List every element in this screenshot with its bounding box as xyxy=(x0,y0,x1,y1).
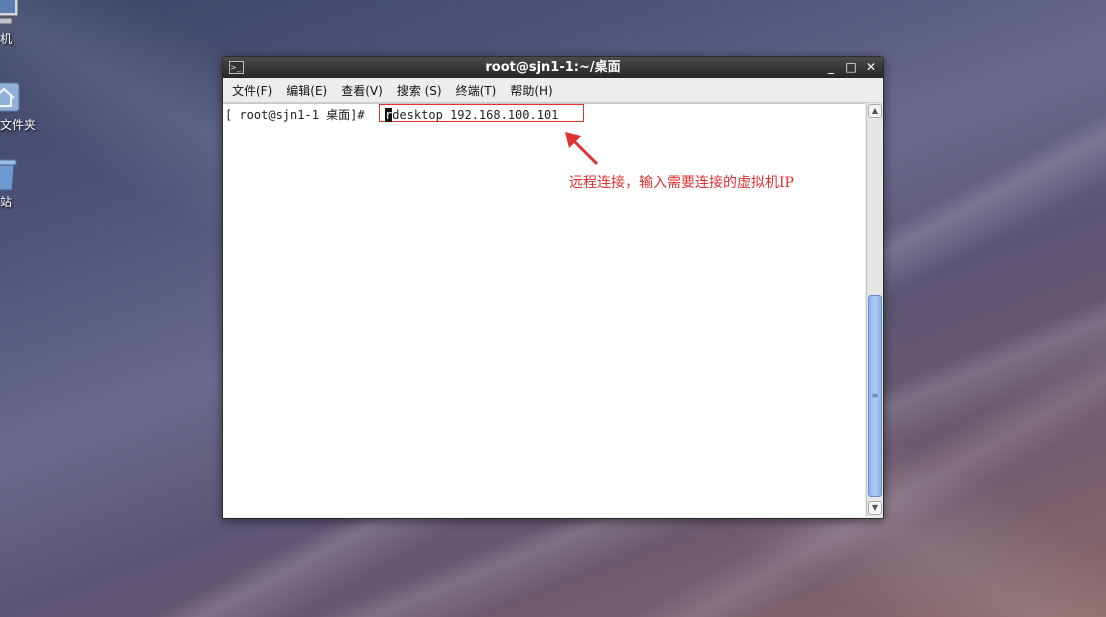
command-line: rdesktop 192.168.100.101 xyxy=(385,107,558,123)
trash-icon xyxy=(0,159,17,191)
menu-help[interactable]: 帮助(H) xyxy=(510,82,552,99)
annotation-arrow-icon xyxy=(565,132,599,166)
close-button[interactable]: ✕ xyxy=(865,57,877,78)
computer-icon xyxy=(0,0,19,25)
terminal-window: >_ root@sjn1-1:~/桌面 _ □ ✕ 文件(F) 编辑(E) 查看… xyxy=(222,56,884,519)
scrollbar-thumb[interactable]: ≡ xyxy=(868,295,882,497)
shell-prompt: [ root@sjn1-1 桌面]# xyxy=(225,108,365,122)
window-title: root@sjn1-1:~/桌面 xyxy=(485,60,621,75)
menu-terminal[interactable]: 终端(T) xyxy=(456,82,497,99)
desktop-icon-home-label: 主文件夹 xyxy=(0,118,37,132)
scroll-down-button[interactable]: ▼ xyxy=(868,501,882,515)
desktop-icon-trash[interactable]: 收站 xyxy=(0,157,58,210)
desktop-icon-home[interactable]: 主文件夹 xyxy=(0,80,58,133)
menu-search[interactable]: 搜索 (S) xyxy=(397,82,442,99)
command-text: desktop 192.168.100.101 xyxy=(392,108,559,122)
maximize-button[interactable]: □ xyxy=(845,57,857,78)
terminal-area[interactable]: [ root@sjn1-1 桌面]# rdesktop 192.168.100.… xyxy=(223,103,865,517)
desktop-icon-computer-label: 算机 xyxy=(0,32,13,46)
minimize-button[interactable]: _ xyxy=(825,57,837,78)
desktop-icon-trash-label: 收站 xyxy=(0,195,13,209)
desktop-icon-computer[interactable]: 算机 xyxy=(0,0,58,47)
menu-file[interactable]: 文件(F) xyxy=(232,82,272,99)
annotation-text: 远程连接，输入需要连接的虚拟机IP xyxy=(569,175,794,191)
window-titlebar[interactable]: >_ root@sjn1-1:~/桌面 _ □ ✕ xyxy=(223,57,883,78)
terminal-icon: >_ xyxy=(229,61,244,74)
scroll-up-button[interactable]: ▲ xyxy=(868,104,882,118)
menu-bar: 文件(F) 编辑(E) 查看(V) 搜索 (S) 终端(T) 帮助(H) xyxy=(223,78,883,103)
menu-view[interactable]: 查看(V) xyxy=(341,82,383,99)
vertical-scrollbar[interactable]: ▲ ≡ ▼ xyxy=(866,103,883,516)
desktop: 算机 主文件夹 收站 >_ root@sjn1-1:~/桌面 _ □ ✕ 文件(… xyxy=(0,0,1106,617)
home-folder-icon xyxy=(0,82,20,112)
menu-edit[interactable]: 编辑(E) xyxy=(286,82,327,99)
